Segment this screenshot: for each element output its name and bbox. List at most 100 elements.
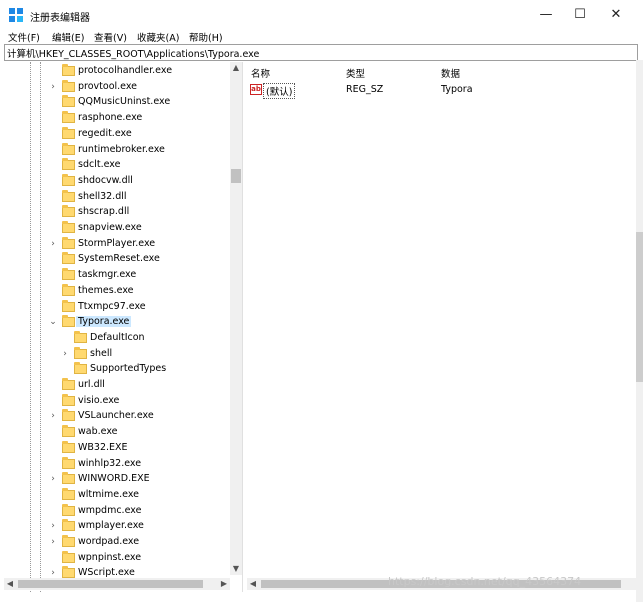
chevron-right-icon[interactable]: › (48, 82, 58, 92)
menu-view[interactable]: 查看(V) (94, 30, 127, 44)
scroll-right-icon[interactable]: ▶ (218, 578, 230, 590)
tree-item[interactable]: wltmime.exe (4, 487, 228, 503)
chevron-right-icon[interactable]: › (48, 537, 58, 547)
tree-item[interactable]: › shell (4, 346, 228, 362)
column-header-data[interactable]: 数据 (441, 66, 460, 80)
tree-item[interactable]: ⌄ Typora.exe (4, 315, 228, 330)
folder-icon (62, 126, 75, 139)
tree-item-label: shell32.dll (78, 190, 127, 202)
tree-item-label: wmplayer.exe (78, 520, 144, 532)
tree-item[interactable]: QQMusicUninst.exe (4, 95, 228, 110)
menu-help[interactable]: 帮助(H) (189, 30, 223, 44)
tree-item[interactable]: runtimebroker.exe (4, 142, 228, 158)
value-data: Typora (441, 84, 473, 95)
window-title: 注册表编辑器 (30, 13, 90, 24)
tree-item[interactable]: › wordpad.exe (4, 535, 228, 550)
folder-icon (62, 409, 75, 422)
scroll-left-icon[interactable]: ◀ (247, 578, 259, 590)
watermark: https://blog.csdn.net/qq_43564374 (388, 575, 582, 588)
minimize-button[interactable]: — (536, 6, 556, 24)
tree-item[interactable]: wmpdmc.exe (4, 503, 228, 519)
value-list-pane: 名称 类型 数据 ab (默认) REG_SZ Typora ◀ (247, 62, 636, 592)
tree-item-label: provtool.exe (78, 80, 138, 92)
menu-file[interactable]: 文件(F) (8, 30, 40, 44)
value-row[interactable]: ab (默认) REG_SZ Typora (247, 82, 635, 99)
scroll-thumb[interactable] (231, 169, 241, 183)
tree-item[interactable]: shell32.dll (4, 189, 228, 205)
scroll-left-icon[interactable]: ◀ (4, 578, 16, 590)
tree-item[interactable]: wab.exe (4, 425, 228, 440)
tree-item-label: winhlp32.exe (78, 457, 142, 469)
tree-item[interactable]: winhlp32.exe (4, 456, 228, 472)
tree-item[interactable]: DefaultIcon (4, 330, 228, 346)
tree-horizontal-scrollbar[interactable]: ◀ ▶ (4, 578, 230, 590)
tree-item[interactable]: › provtool.exe (4, 79, 228, 95)
tree-item-label: shscrap.dll (78, 206, 130, 218)
tree-item[interactable]: › StormPlayer.exe (4, 236, 228, 252)
scroll-up-icon[interactable]: ▲ (230, 62, 242, 74)
column-header-type[interactable]: 类型 (346, 66, 365, 80)
chevron-right-icon[interactable]: › (48, 568, 58, 578)
folder-icon (62, 236, 75, 249)
tree-item[interactable]: wpnpinst.exe (4, 550, 228, 566)
chevron-right-icon[interactable]: › (48, 411, 58, 421)
tree-item[interactable]: › WINWORD.EXE (4, 472, 228, 487)
chevron-right-icon[interactable]: › (48, 521, 58, 531)
chevron-right-icon[interactable]: › (60, 349, 70, 359)
folder-icon (62, 519, 75, 532)
tree-item[interactable]: regedit.exe (4, 126, 228, 142)
tree-item[interactable]: rasphone.exe (4, 111, 228, 126)
outer-scroll-thumb[interactable] (636, 232, 643, 382)
menu-edit[interactable]: 编辑(E) (52, 30, 84, 44)
key-tree-pane: protocolhandler.exe › provtool.exe QQMusicU… (4, 62, 243, 592)
tree-item-label: url.dll (78, 379, 105, 390)
chevron-down-icon[interactable]: ⌄ (48, 317, 58, 327)
value-name: (默认) (263, 83, 296, 99)
folder-icon (62, 503, 75, 516)
tree-item-label: wltmime.exe (78, 488, 139, 500)
close-button[interactable]: ✕ (606, 6, 626, 24)
tree-item-label: SystemReset.exe (78, 253, 160, 265)
tree-item-label: snapview.exe (78, 222, 142, 233)
tree-item[interactable]: taskmgr.exe (4, 268, 228, 283)
folder-icon (62, 299, 75, 312)
tree-item-label: wmpdmc.exe (78, 504, 142, 516)
chevron-right-icon[interactable]: › (48, 474, 58, 484)
tree-item[interactable]: visio.exe (4, 393, 228, 409)
tree-item[interactable]: SupportedTypes (4, 362, 228, 377)
tree-item[interactable]: themes.exe (4, 283, 228, 299)
menu-favorites[interactable]: 收藏夹(A) (137, 30, 179, 44)
tree-item[interactable]: SystemReset.exe (4, 252, 228, 267)
folder-icon (62, 472, 75, 485)
tree-vertical-scrollbar[interactable]: ▲ ▼ (230, 62, 242, 575)
folder-icon (74, 330, 87, 343)
tree-item[interactable]: WB32.EXE (4, 440, 228, 456)
folder-icon (62, 315, 75, 328)
folder-icon (62, 535, 75, 547)
tree-item-label: DefaultIcon (90, 331, 145, 343)
tree-item[interactable]: › wmplayer.exe (4, 519, 228, 534)
chevron-right-icon[interactable]: › (48, 239, 58, 249)
tree-item-label: WScript.exe (78, 567, 135, 579)
tree-item[interactable]: snapview.exe (4, 221, 228, 236)
scroll-down-icon[interactable]: ▼ (230, 563, 242, 575)
maximize-button[interactable]: ☐ (570, 6, 590, 24)
tree-item-label: QQMusicUninst.exe (78, 96, 171, 108)
address-bar[interactable]: 计算机\HKEY_CLASSES_ROOT\Applications\Typor… (4, 44, 638, 61)
folder-icon (62, 393, 75, 406)
column-header-name[interactable]: 名称 (251, 66, 270, 80)
scroll-thumb[interactable] (18, 580, 203, 588)
tree-item-label: wordpad.exe (78, 536, 140, 547)
tree-item[interactable]: shdocvw.dll (4, 173, 228, 189)
tree-item[interactable]: › VSLauncher.exe (4, 409, 228, 424)
folder-icon (74, 346, 87, 359)
tree-item[interactable]: sdclt.exe (4, 158, 228, 173)
string-value-icon: ab (250, 84, 262, 95)
folder-icon (62, 378, 75, 390)
tree-item[interactable]: Ttxmpc97.exe (4, 299, 228, 315)
tree-item-label: WB32.EXE (78, 441, 128, 453)
folder-icon (62, 456, 75, 469)
tree-item[interactable]: url.dll (4, 378, 228, 393)
tree-item[interactable]: shscrap.dll (4, 205, 228, 220)
tree-item[interactable]: protocolhandler.exe (4, 64, 228, 79)
